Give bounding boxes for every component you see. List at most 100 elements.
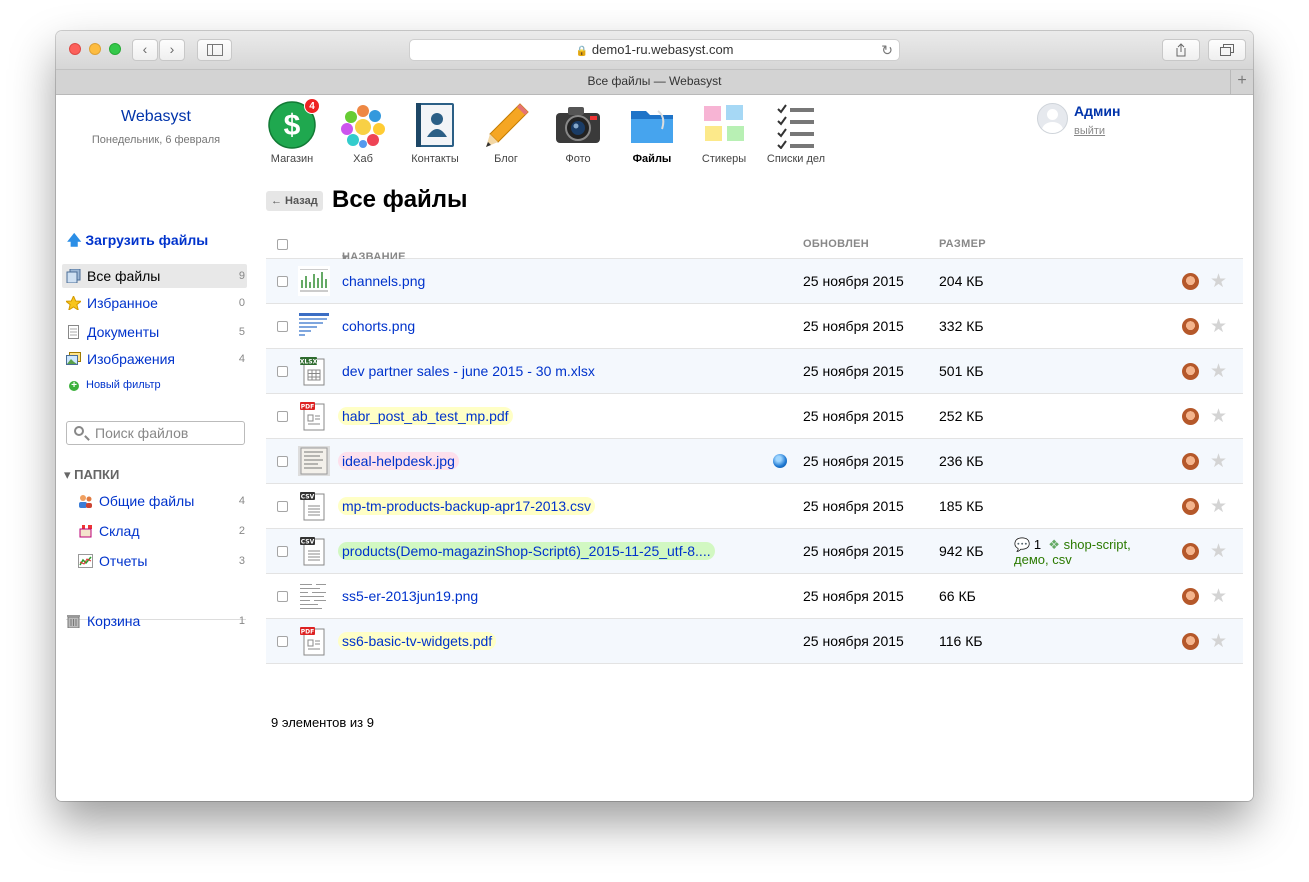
tabs-overview-button[interactable]	[1208, 39, 1246, 61]
brand-name[interactable]: Webasyst	[56, 108, 256, 126]
row-checkbox[interactable]	[277, 276, 288, 287]
sidebar-item-favorites[interactable]: Избранное 0	[62, 291, 247, 315]
sidebar-item-documents[interactable]: Документы 5	[62, 320, 247, 344]
all-files-icon	[66, 266, 81, 284]
share-button[interactable]	[1162, 39, 1200, 61]
table-row[interactable]: PDF ss6-basic-tv-widgets.pdf 25 ноября 2…	[266, 619, 1243, 664]
favorite-star-icon[interactable]: ★	[1210, 540, 1227, 563]
owner-avatar[interactable]	[1182, 318, 1199, 335]
tag-link[interactable]: csv	[1052, 552, 1072, 567]
row-checkbox[interactable]	[277, 366, 288, 377]
minimize-window-button[interactable]	[89, 43, 101, 55]
file-name-link[interactable]: products(Demo-magazinShop-Script6)_2015-…	[338, 542, 715, 560]
app-hub[interactable]: Хаб	[327, 101, 399, 165]
csv-file-icon[interactable]: CSV	[298, 491, 330, 521]
address-bar[interactable]: 🔒 demo1-ru.webasyst.com ↻	[409, 39, 900, 61]
forward-nav-button[interactable]: ›	[159, 39, 185, 61]
image-thumbnail[interactable]	[298, 311, 330, 341]
image-thumbnail[interactable]	[298, 266, 330, 296]
xlsx-file-icon[interactable]: XLSX	[298, 356, 330, 386]
app-stickers[interactable]: Стикеры	[688, 101, 760, 165]
file-name-link[interactable]: ss5-er-2013jun19.png	[338, 587, 482, 605]
owner-avatar[interactable]	[1182, 408, 1199, 425]
owner-avatar[interactable]	[1182, 498, 1199, 515]
file-name-link[interactable]: dev partner sales - june 2015 - 30 m.xls…	[338, 362, 599, 380]
row-checkbox[interactable]	[277, 546, 288, 557]
app-photos[interactable]: Фото	[542, 101, 614, 165]
owner-avatar[interactable]	[1182, 363, 1199, 380]
owner-avatar[interactable]	[1182, 588, 1199, 605]
public-link-globe-icon[interactable]	[773, 454, 787, 468]
app-blog[interactable]: Блог	[470, 101, 542, 165]
table-row[interactable]: ideal-helpdesk.jpg 25 ноября 2015 236 КБ…	[266, 439, 1243, 484]
file-name-link[interactable]: ideal-helpdesk.jpg	[338, 452, 459, 470]
sidebar-item-all-files[interactable]: Все файлы 9	[62, 264, 247, 288]
select-all-checkbox[interactable]	[277, 239, 288, 250]
table-row[interactable]: CSV mp-tm-products-backup-apr17-2013.csv…	[266, 484, 1243, 529]
folders-heading[interactable]: ▾ ПАПКИ	[64, 467, 119, 483]
owner-avatar[interactable]	[1182, 633, 1199, 650]
row-checkbox[interactable]	[277, 321, 288, 332]
owner-avatar[interactable]	[1182, 543, 1199, 560]
image-thumbnail[interactable]	[298, 446, 330, 476]
sidebar-folder-store[interactable]: Склад 2	[74, 519, 247, 543]
owner-avatar[interactable]	[1182, 273, 1199, 290]
sidebar-item-trash[interactable]: Корзина 1	[62, 609, 247, 633]
row-checkbox[interactable]	[277, 501, 288, 512]
sidebar-item-images[interactable]: Изображения 4	[62, 347, 247, 371]
image-thumbnail[interactable]	[298, 581, 330, 611]
new-filter-link[interactable]: + Новый фильтр	[69, 379, 161, 391]
app-files[interactable]: Файлы	[616, 101, 688, 165]
tab-title[interactable]: Все файлы — Webasyst	[587, 74, 721, 88]
favorite-star-icon[interactable]: ★	[1210, 585, 1227, 608]
row-checkbox[interactable]	[277, 636, 288, 647]
row-checkbox[interactable]	[277, 411, 288, 422]
tag-link[interactable]: shop-script	[1064, 537, 1128, 552]
column-updated[interactable]: ОБНОВЛЕН	[803, 238, 869, 250]
table-row[interactable]: XLSX dev partner sales - june 2015 - 30 …	[266, 349, 1243, 394]
favorite-star-icon[interactable]: ★	[1210, 450, 1227, 473]
csv-file-icon[interactable]: CSV	[298, 536, 330, 566]
pdf-file-icon[interactable]: PDF	[298, 626, 330, 656]
user-name[interactable]: Админ	[1074, 103, 1120, 119]
comment-count[interactable]: 1	[1034, 537, 1041, 552]
tag-link[interactable]: демо	[1014, 552, 1045, 567]
favorite-star-icon[interactable]: ★	[1210, 315, 1227, 338]
column-size[interactable]: РАЗМЕР	[939, 238, 986, 250]
new-tab-button[interactable]: +	[1230, 70, 1253, 94]
favorite-star-icon[interactable]: ★	[1210, 405, 1227, 428]
table-row[interactable]: PDF habr_post_ab_test_mp.pdf 25 ноября 2…	[266, 394, 1243, 439]
table-row[interactable]: CSV products(Demo-magazinShop-Script6)_2…	[266, 529, 1243, 574]
favorite-star-icon[interactable]: ★	[1210, 495, 1227, 518]
close-window-button[interactable]	[69, 43, 81, 55]
reload-icon[interactable]: ↻	[881, 40, 893, 60]
table-row[interactable]: cohorts.png 25 ноября 2015 332 КБ ★	[266, 304, 1243, 349]
favorite-star-icon[interactable]: ★	[1210, 360, 1227, 383]
app-contacts[interactable]: Контакты	[399, 101, 471, 165]
table-row[interactable]: ss5-er-2013jun19.png 25 ноября 2015 66 К…	[266, 574, 1243, 619]
favorite-star-icon[interactable]: ★	[1210, 270, 1227, 293]
file-name-link[interactable]: channels.png	[338, 272, 429, 290]
owner-avatar[interactable]	[1182, 453, 1199, 470]
file-name-link[interactable]: habr_post_ab_test_mp.pdf	[338, 407, 513, 425]
row-checkbox[interactable]	[277, 456, 288, 467]
back-button[interactable]: ← Назад	[266, 191, 323, 211]
pdf-file-icon[interactable]: PDF	[298, 401, 330, 431]
favorite-star-icon[interactable]: ★	[1210, 630, 1227, 653]
sidebar-folder-shared[interactable]: Общие файлы 4	[74, 489, 247, 513]
logout-link[interactable]: выйти	[1074, 125, 1105, 137]
user-avatar[interactable]	[1037, 103, 1068, 134]
table-row[interactable]: channels.png 25 ноября 2015 204 КБ ★	[266, 259, 1243, 304]
app-todo[interactable]: Списки дел	[760, 101, 832, 165]
sidebar-toggle-button[interactable]	[197, 39, 232, 61]
row-checkbox[interactable]	[277, 591, 288, 602]
file-name-link[interactable]: ss6-basic-tv-widgets.pdf	[338, 632, 497, 650]
file-name-link[interactable]: cohorts.png	[338, 317, 419, 335]
zoom-window-button[interactable]	[109, 43, 121, 55]
file-name-link[interactable]: mp-tm-products-backup-apr17-2013.csv	[338, 497, 595, 515]
upload-files-link[interactable]: 🡅 Загрузить файлы	[67, 230, 208, 254]
search-input[interactable]: Поиск файлов	[66, 421, 245, 445]
sidebar-folder-reports[interactable]: Отчеты 3	[74, 549, 247, 573]
back-nav-button[interactable]: ‹	[132, 39, 158, 61]
app-shop[interactable]: $ 4 Магазин	[256, 98, 328, 165]
